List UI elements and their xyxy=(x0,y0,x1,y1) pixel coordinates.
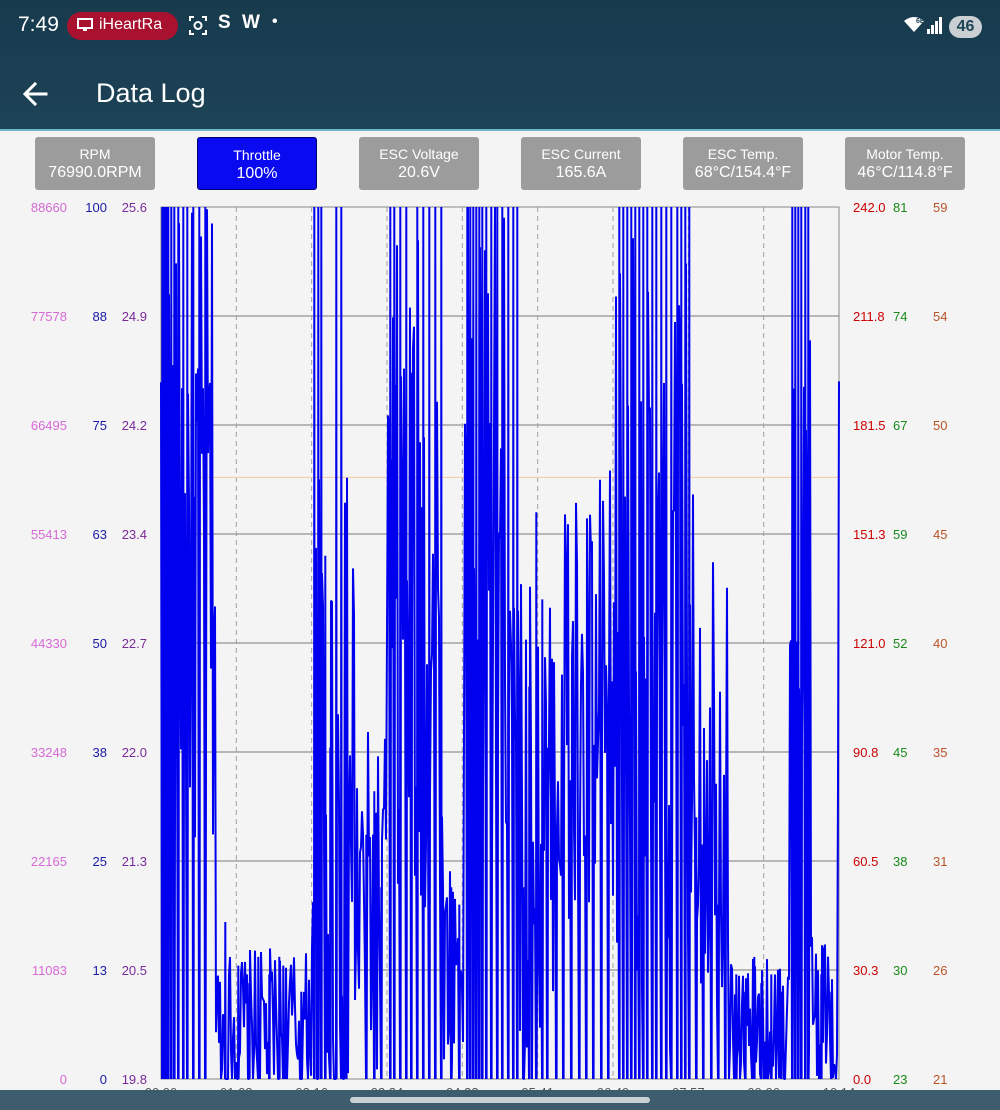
metric-name: Throttle xyxy=(233,147,281,163)
rpm-axis-tick: 22165 xyxy=(31,854,67,869)
status-time: 7:49 xyxy=(18,13,59,36)
metric-tile-esc-current[interactable]: ESC Current 165.6A xyxy=(521,137,641,190)
motor-temp-axis-tick: 45 xyxy=(933,527,947,542)
voltage-axis-tick: 23.4 xyxy=(122,527,147,542)
esc-temp-axis-tick: 23 xyxy=(893,1072,907,1087)
metric-name: ESC Temp. xyxy=(707,146,779,162)
esc-temp-axis-tick: 45 xyxy=(893,745,907,760)
current-axis-tick: 242.0 xyxy=(853,200,886,215)
metric-value: 100% xyxy=(236,165,278,182)
motor-temp-axis-tick: 26 xyxy=(933,963,947,978)
throttle-axis-tick: 25 xyxy=(93,854,107,869)
app-bar-accent xyxy=(0,129,1000,131)
voltage-axis-tick: 22.0 xyxy=(122,745,147,760)
metric-tile-esc-voltage[interactable]: ESC Voltage 20.6V xyxy=(359,137,479,190)
rpm-axis-tick: 44330 xyxy=(31,636,67,651)
throttle-axis-tick: 38 xyxy=(93,745,107,760)
throttle-axis-tick: 13 xyxy=(93,963,107,978)
w-app-icon: W xyxy=(242,12,260,33)
metric-name: ESC Voltage xyxy=(379,146,459,162)
current-axis-tick: 30.3 xyxy=(853,963,878,978)
current-axis-tick: 90.8 xyxy=(853,745,878,760)
metric-tile-esc-temp[interactable]: ESC Temp. 68°C/154.4°F xyxy=(683,137,803,190)
esc-temp-axis-tick: 67 xyxy=(893,418,907,433)
data-log-chart[interactable]: 88660 77578 66495 55413 44330 33248 22165 11083… xyxy=(0,195,1000,1090)
voltage-axis-tick: 19.8 xyxy=(122,1072,147,1087)
media-chip[interactable]: iHeartRa xyxy=(67,12,178,40)
metric-name: Motor Temp. xyxy=(866,146,944,162)
voltage-axis-tick: 25.6 xyxy=(122,200,147,215)
throttle-axis-tick: 88 xyxy=(93,309,107,324)
current-axis-tick: 0.0 xyxy=(853,1072,871,1087)
voltage-axis-tick: 24.9 xyxy=(122,309,147,324)
current-axis-tick: 121.0 xyxy=(853,636,886,651)
signal-icon xyxy=(927,17,942,34)
rpm-axis-tick: 66495 xyxy=(31,418,67,433)
throttle-axis-tick: 63 xyxy=(93,527,107,542)
voltage-axis-tick: 22.7 xyxy=(122,636,147,651)
metric-value: 165.6A xyxy=(555,164,607,181)
back-arrow-icon[interactable] xyxy=(18,76,56,112)
motor-temp-axis-tick: 31 xyxy=(933,854,947,869)
voltage-axis-tick: 21.3 xyxy=(122,854,147,869)
rpm-axis-tick: 88660 xyxy=(31,200,67,215)
rpm-axis-tick: 11083 xyxy=(32,963,67,978)
motor-temp-axis-tick: 59 xyxy=(933,200,947,215)
current-axis-tick: 181.5 xyxy=(853,418,886,433)
current-axis-tick: 151.3 xyxy=(853,527,886,542)
motor-temp-axis-tick: 54 xyxy=(933,309,947,324)
rpm-axis-tick: 0 xyxy=(60,1072,67,1087)
esc-temp-axis-tick: 52 xyxy=(893,636,907,651)
voltage-axis-tick: 24.2 xyxy=(122,418,147,433)
current-axis-tick: 211.8 xyxy=(853,309,885,324)
rpm-axis-tick: 77578 xyxy=(31,309,67,324)
rpm-axis-tick: 55413 xyxy=(31,527,67,542)
motor-temp-axis-tick: 50 xyxy=(933,418,947,433)
metric-name: ESC Current xyxy=(541,146,621,162)
throttle-axis-tick: 0 xyxy=(100,1072,107,1087)
metric-tile-motor-temp[interactable]: Motor Temp. 46°C/114.8°F xyxy=(845,137,965,190)
throttle-axis-tick: 100 xyxy=(85,200,107,215)
wifi-badge: 6E xyxy=(916,18,925,25)
media-chip-label: iHeartRa xyxy=(99,16,163,33)
dot-icon: • xyxy=(272,13,278,30)
gesture-handle[interactable] xyxy=(350,1097,650,1103)
s-app-icon: S xyxy=(218,12,231,33)
rpm-axis-tick: 33248 xyxy=(31,745,67,760)
metric-value: 46°C/114.8°F xyxy=(857,164,953,181)
voltage-axis-tick: 20.5 xyxy=(122,963,147,978)
motor-temp-axis-tick: 40 xyxy=(933,636,947,651)
metric-tile-rpm[interactable]: RPM 76990.0RPM xyxy=(35,137,155,190)
cast-screen-icon xyxy=(77,18,93,31)
motor-temp-axis-tick: 35 xyxy=(933,745,947,760)
esc-temp-axis-tick: 38 xyxy=(893,854,907,869)
battery-indicator: 46 xyxy=(949,16,982,38)
wifi-6e-icon: 6E xyxy=(904,17,925,32)
esc-temp-axis-tick: 74 xyxy=(893,309,907,324)
current-axis-tick: 60.5 xyxy=(853,854,878,869)
throttle-axis-tick: 50 xyxy=(93,636,107,651)
esc-temp-axis-tick: 81 xyxy=(893,200,907,215)
metric-name: RPM xyxy=(79,146,111,162)
metric-value: 20.6V xyxy=(398,164,440,181)
metric-tile-throttle[interactable]: Throttle 100% xyxy=(197,137,317,190)
metric-value: 68°C/154.4°F xyxy=(694,164,792,181)
esc-temp-axis-tick: 59 xyxy=(893,527,907,542)
esc-temp-axis-tick: 30 xyxy=(893,963,907,978)
motor-temp-axis-tick: 21 xyxy=(933,1072,947,1087)
screen-record-icon xyxy=(189,16,207,35)
metric-value: 76990.0RPM xyxy=(48,164,142,181)
throttle-axis-tick: 75 xyxy=(93,418,107,433)
page-title: Data Log xyxy=(96,78,206,108)
